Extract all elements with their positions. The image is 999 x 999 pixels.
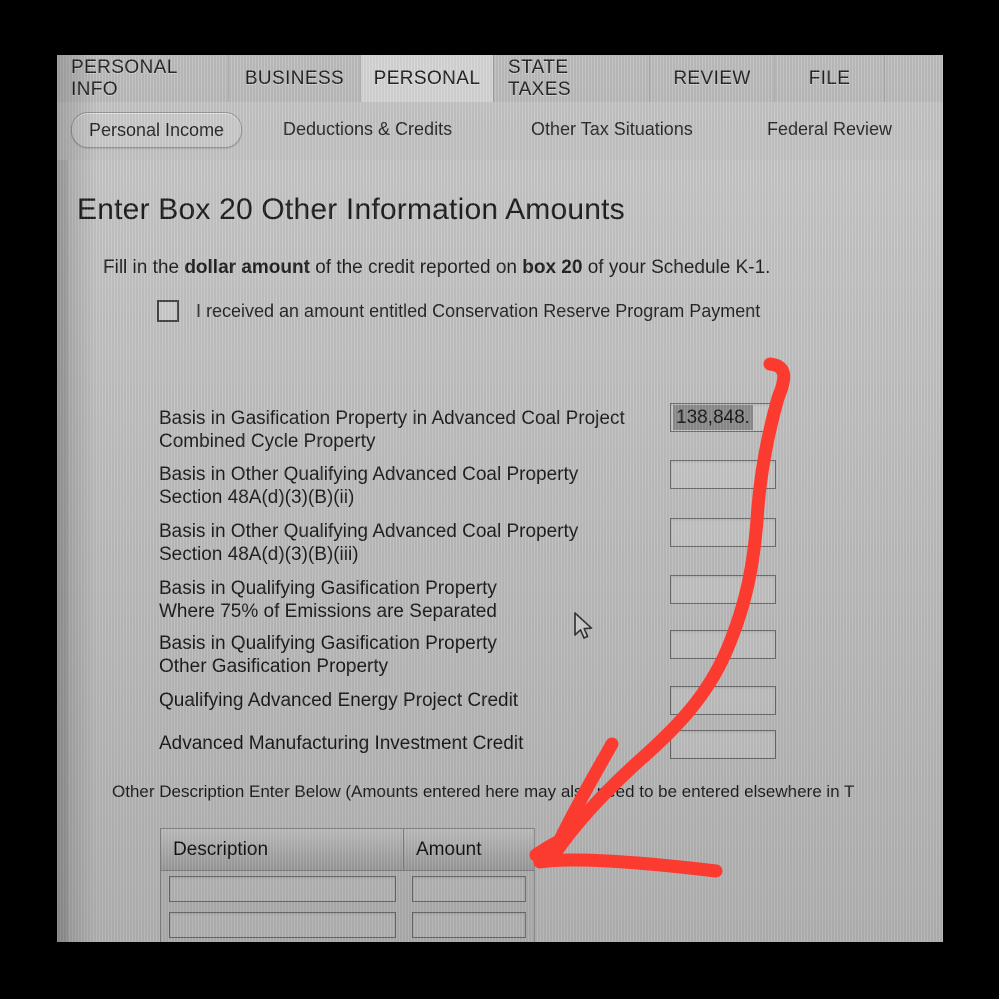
field-label-line: Basis in Other Qualifying Advanced Coal … [159,521,579,542]
table-header-row: Description Amount [161,829,534,871]
subnav-label: Other Tax Situations [531,118,693,139]
tab-personal[interactable]: PERSONAL [361,55,494,102]
amount-input[interactable] [412,876,526,902]
tab-business[interactable]: BUSINESS [229,55,361,102]
field-input-qualifying-gasification-other[interactable] [670,630,776,659]
tab-review[interactable]: REVIEW [650,55,775,102]
tab-label: PERSONAL INFO [71,56,177,100]
intro-part-1: Fill in the [103,257,185,278]
description-input[interactable] [169,912,396,938]
field-row-qualifying-gasification-other: Basis in Qualifying Gasification Propert… [159,632,889,678]
table-cell-description [161,876,404,902]
tab-label: FILE [808,67,851,89]
conservation-reserve-checkbox-row[interactable]: I received an amount entitled Conservati… [157,300,760,322]
subnav-label: Deductions & Credits [283,118,453,139]
page-content: Enter Box 20 Other Information Amounts F… [57,160,943,942]
field-label-line: Qualifying Advanced Energy Project Credi… [159,690,519,711]
amount-input[interactable] [412,912,526,938]
tab-label: REVIEW [673,67,751,89]
table-row [161,907,534,942]
field-label-line: Basis in Qualifying Gasification Propert… [159,578,497,599]
field-input-advanced-energy-project-credit[interactable] [670,686,776,715]
field-row-gasification-advanced-coal: Basis in Gasification Property in Advanc… [159,407,889,453]
subnav-item-federal-review[interactable]: Federal Review [767,112,892,146]
intro-part-2: of the credit reported on [309,257,523,278]
tab-personal-info[interactable]: PERSONAL INFO [57,55,229,102]
field-row-advanced-manufacturing-credit: Advanced Manufacturing Investment Credit [159,732,889,755]
tab-state-taxes[interactable]: STATE TAXES [494,55,650,102]
tab-label: PERSONAL [373,67,481,89]
panel-left-edge [57,160,68,942]
intro-bold-dollar-amount: dollar amount [184,257,310,278]
subnav-item-deductions-credits[interactable]: Deductions & Credits [283,112,452,146]
field-input-gasification-advanced-coal[interactable]: 138,848. [670,403,776,432]
field-value-selected: 138,848. [673,405,753,430]
application-screen: PERSONAL INFO BUSINESS PERSONAL STATE TA… [57,55,943,942]
conservation-reserve-checkbox[interactable] [157,300,179,322]
main-tab-bar: PERSONAL INFO BUSINESS PERSONAL STATE TA… [57,55,943,103]
field-label-line: Combined Cycle Property [159,431,376,452]
intro-bold-box-20: box 20 [522,257,583,278]
field-label-line: Section 48A(d)(3)(B)(iii) [159,544,359,565]
field-label-line: Where 75% of Emissions are Separated [159,601,497,622]
sub-navigation-bar: Personal Income Deductions & Credits Oth… [57,102,943,161]
subnav-label: Federal Review [767,118,893,139]
tab-file[interactable]: FILE [775,55,885,102]
other-description-note: Other Description Enter Below (Amounts e… [112,782,855,801]
other-description-table: Description Amount [160,828,535,942]
field-input-other-qualifying-coal-iii[interactable] [670,518,776,547]
field-input-qualifying-gasification-75[interactable] [670,575,776,604]
tab-label: BUSINESS [244,67,345,89]
field-row-other-qualifying-coal-iii: Basis in Other Qualifying Advanced Coal … [159,520,889,566]
subnav-label: Personal Income [89,119,225,140]
intro-part-3: of your Schedule K-1. [582,257,771,278]
field-input-advanced-manufacturing-credit[interactable] [670,730,776,759]
field-row-advanced-energy-project-credit: Qualifying Advanced Energy Project Credi… [159,689,889,712]
table-cell-amount [404,912,534,938]
field-row-qualifying-gasification-75: Basis in Qualifying Gasification Propert… [159,577,889,623]
field-row-other-qualifying-coal-ii: Basis in Other Qualifying Advanced Coal … [159,463,889,509]
field-input-other-qualifying-coal-ii[interactable] [670,460,776,489]
photo-of-screen: PERSONAL INFO BUSINESS PERSONAL STATE TA… [0,0,999,999]
field-label-line: Other Gasification Property [159,656,389,677]
subnav-item-personal-income[interactable]: Personal Income [71,112,243,148]
field-label-line: Section 48A(d)(3)(B)(ii) [159,487,355,508]
table-row [161,871,534,907]
mouse-cursor-icon [574,612,593,639]
page-title: Enter Box 20 Other Information Amounts [77,193,625,226]
column-header-amount: Amount [416,838,482,860]
field-label-line: Basis in Other Qualifying Advanced Coal … [159,464,579,485]
tab-label: STATE TAXES [508,56,571,100]
conservation-reserve-checkbox-label: I received an amount entitled Conservati… [196,300,761,321]
subnav-item-other-tax-situations[interactable]: Other Tax Situations [531,112,693,146]
field-label-line: Advanced Manufacturing Investment Credit [159,733,524,754]
field-label-line: Basis in Qualifying Gasification Propert… [159,633,497,654]
table-cell-description [161,912,404,938]
intro-text: Fill in the dollar amount of the credit … [103,257,770,279]
table-cell-amount [404,876,534,902]
column-header-description: Description [161,829,404,870]
description-input[interactable] [169,876,396,902]
tab-bar-filler [885,55,943,102]
field-label-line: Basis in Gasification Property in Advanc… [159,408,625,429]
